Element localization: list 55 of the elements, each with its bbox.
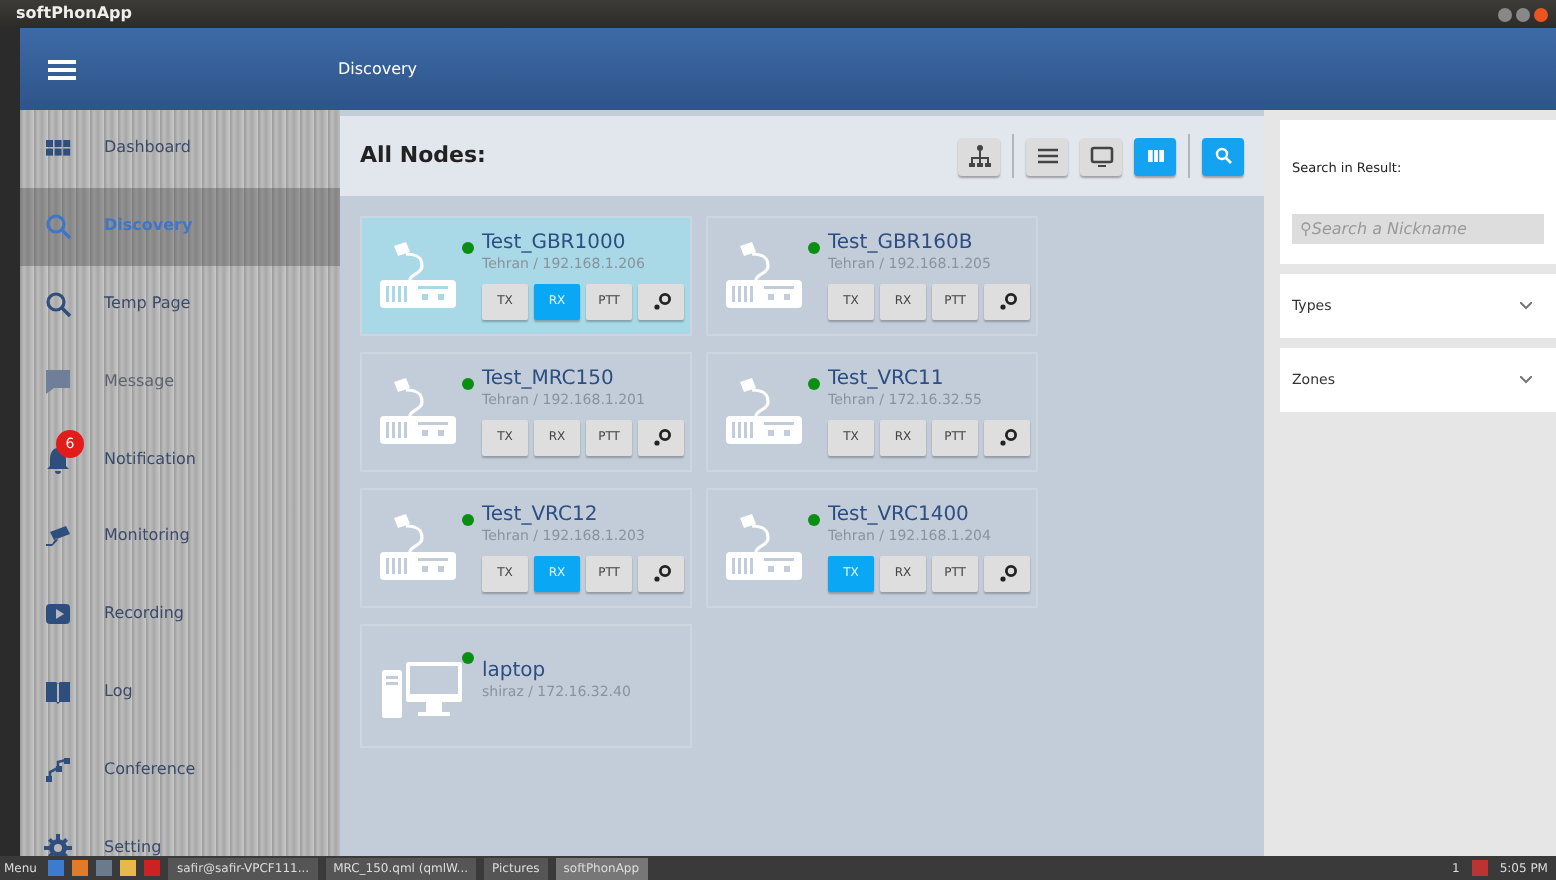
- network-button[interactable]: [958, 137, 1000, 175]
- grid-button[interactable]: [1134, 137, 1176, 175]
- menu-icon[interactable]: [48, 59, 76, 79]
- node-name: Test_VRC1400: [828, 504, 971, 527]
- network-icon: [965, 142, 993, 170]
- section-title: All Nodes:: [360, 142, 486, 170]
- search-button[interactable]: [1202, 137, 1244, 175]
- node-name: Test_MRC150: [482, 368, 616, 391]
- radio-icon: [724, 240, 808, 312]
- sidebar-item[interactable]: Conference: [20, 730, 340, 809]
- search-icon: [44, 212, 72, 241]
- key-button[interactable]: [984, 283, 1030, 320]
- minimize-button[interactable]: [1498, 7, 1512, 21]
- play-icon: [44, 600, 72, 629]
- key-button[interactable]: [984, 419, 1030, 456]
- page-title: Discovery: [338, 57, 418, 81]
- key-button[interactable]: [638, 419, 684, 456]
- radio-icon: [378, 240, 462, 312]
- radio-icon: [378, 512, 462, 584]
- chevron-icon: [1520, 301, 1532, 310]
- security-camera-icon: [44, 522, 72, 551]
- search-field[interactable]: ⚲Search a Nickname: [1292, 213, 1544, 244]
- key-button[interactable]: [638, 555, 684, 592]
- node-name: Test_VRC12: [482, 504, 600, 527]
- list-button[interactable]: [1026, 137, 1068, 175]
- window-title: softPhonApp: [16, 2, 132, 26]
- key-icon: [651, 563, 671, 584]
- key-button[interactable]: [984, 555, 1030, 592]
- node-name: Test_GBR160B: [828, 232, 975, 255]
- sidebar-item[interactable]: Dashboard: [20, 110, 340, 188]
- radio-icon: [378, 376, 462, 448]
- node-name: Test_GBR1000: [482, 232, 628, 255]
- speech-bubble-icon: [44, 367, 72, 396]
- radio-icon: [724, 376, 808, 448]
- key-icon: [997, 563, 1017, 584]
- sidebar-item[interactable]: Temp Page: [20, 265, 340, 343]
- maximize-button[interactable]: [1516, 7, 1530, 21]
- network-icon: [44, 755, 72, 784]
- monitor-button[interactable]: [1080, 137, 1122, 175]
- sidebar-item[interactable]: Monitoring: [20, 497, 340, 576]
- sidebar-item[interactable]: Log: [20, 653, 340, 731]
- chevron-icon: [1520, 375, 1532, 384]
- key-icon: [651, 427, 671, 448]
- sidebar-item[interactable]: Recording: [20, 575, 340, 654]
- key-icon: [997, 427, 1017, 448]
- search-icon: [44, 289, 72, 318]
- monitor-icon: [1087, 142, 1115, 170]
- key-button[interactable]: [638, 283, 684, 320]
- book-icon: [44, 677, 72, 706]
- node-name: laptop: [482, 660, 548, 683]
- radio-icon: [724, 512, 808, 584]
- key-icon: [997, 291, 1017, 312]
- key-icon: [651, 291, 671, 312]
- close-button[interactable]: [1534, 7, 1548, 21]
- node-name: Test_VRC11: [828, 368, 946, 391]
